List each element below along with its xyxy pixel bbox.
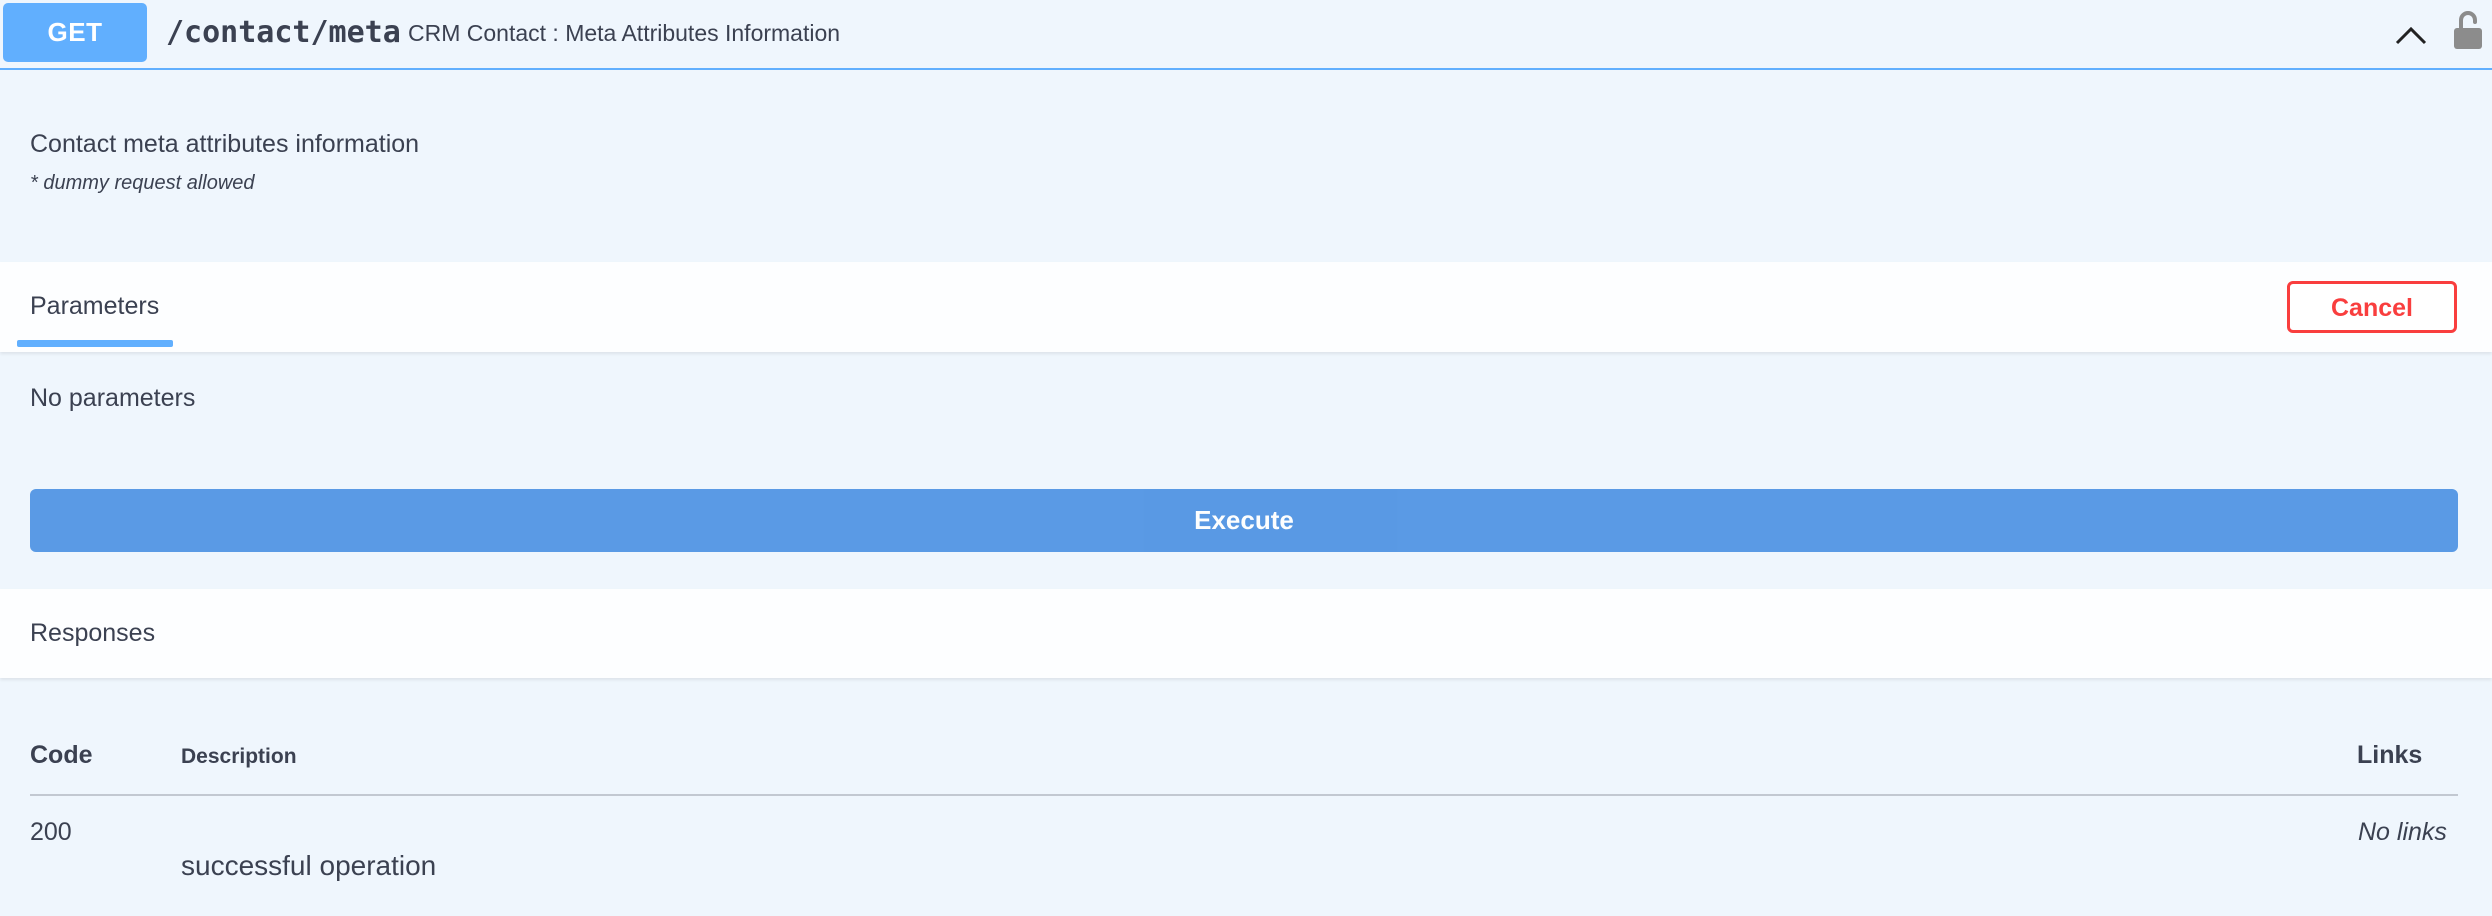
responses-section-header: Responses — [0, 589, 2492, 678]
http-method-badge: GET — [3, 3, 147, 62]
column-header-description: Description — [181, 745, 297, 768]
cancel-button[interactable]: Cancel — [2287, 281, 2457, 333]
endpoint-path: /contact/meta — [166, 15, 401, 50]
response-description: successful operation — [181, 850, 437, 881]
parameters-section-header: Parameters Cancel — [0, 262, 2492, 352]
execute-button[interactable]: Execute — [30, 489, 2458, 552]
operation-summary[interactable]: GET /contact/meta CRM Contact : Meta Att… — [0, 0, 2492, 70]
column-header-code: Code — [30, 741, 93, 769]
column-header-links: Links — [2357, 741, 2423, 769]
tab-parameters[interactable]: Parameters — [30, 288, 159, 324]
responses-title: Responses — [30, 619, 156, 647]
response-links: No links — [2358, 818, 2447, 846]
operation-note: * dummy request allowed — [30, 172, 255, 194]
operation-block-get-contact-meta: GET /contact/meta CRM Contact : Meta Att… — [0, 0, 2492, 916]
table-header-divider — [30, 794, 2458, 796]
unlocked-padlock-icon[interactable] — [2452, 10, 2484, 50]
chevron-up-icon[interactable] — [2394, 18, 2428, 52]
operation-description: Contact meta attributes information — [30, 130, 420, 158]
operation-summary-description: CRM Contact : Meta Attributes Informatio… — [408, 20, 841, 46]
no-parameters-text: No parameters — [30, 384, 196, 412]
response-code: 200 — [30, 818, 72, 846]
tab-active-indicator — [17, 340, 173, 347]
